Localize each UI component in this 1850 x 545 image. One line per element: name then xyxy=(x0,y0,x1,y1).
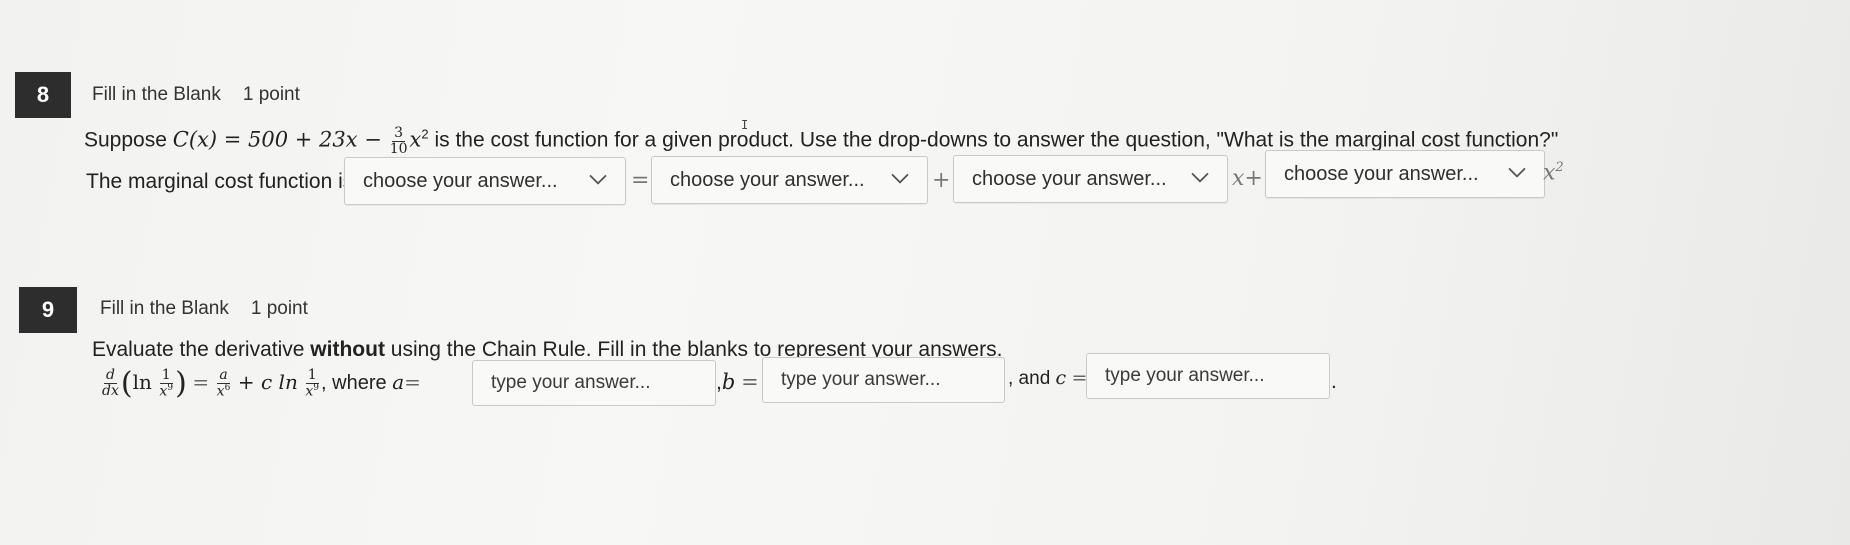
a-over-x6: a x6 xyxy=(216,366,231,400)
one-over-x9: 1 x9 xyxy=(305,366,320,400)
question-number-badge: 9 xyxy=(19,287,77,333)
x-plus-term: x+ xyxy=(1232,166,1263,191)
chevron-down-icon xyxy=(891,173,909,184)
plus-sign: + xyxy=(932,168,951,193)
answer-label: The marginal cost function is xyxy=(86,170,354,193)
one-over-x9: 1 x9 xyxy=(159,366,174,400)
text-cursor-icon: I xyxy=(741,118,749,132)
prompt-text-continued: is the cost function for a given product… xyxy=(434,128,1559,152)
equals-sign: = xyxy=(631,168,650,193)
exponent: 2 xyxy=(421,126,429,142)
answer-input-c[interactable]: type your answer... xyxy=(1086,353,1330,399)
chevron-down-icon xyxy=(589,174,607,185)
answer-dropdown-3[interactable]: choose your answer... xyxy=(953,155,1228,203)
answer-input-b[interactable]: type your answer... xyxy=(762,357,1005,403)
derivative-expression: d dx (ln 1 x9) = a x6 + c ln 1 x9, where a= xyxy=(102,366,421,401)
question-points: 1 point xyxy=(250,298,308,319)
question-meta: Fill in the Blank 1 point xyxy=(100,298,308,320)
question-number-badge: 8 xyxy=(15,72,71,118)
period: . xyxy=(1331,370,1337,393)
question-meta: Fill in the Blank 1 point xyxy=(92,84,300,106)
prompt-text: Suppose xyxy=(84,128,167,152)
answer-input-a[interactable]: type your answer... xyxy=(472,360,716,406)
question-points: 1 point xyxy=(242,84,300,105)
answer-dropdown-2[interactable]: choose your answer... xyxy=(651,156,928,204)
emphasis-without: without xyxy=(310,338,385,361)
cost-function-math: C(x) = 500 + 23x − xyxy=(172,127,382,152)
question-type: Fill in the Blank xyxy=(92,84,221,105)
answer-dropdown-4[interactable]: choose your answer... xyxy=(1265,150,1545,198)
d-dx-operator: d dx xyxy=(102,367,119,399)
x-variable: x xyxy=(409,127,422,152)
b-label: ,b = xyxy=(716,370,759,394)
question-type: Fill in the Blank xyxy=(100,298,229,319)
fraction-three-tenths: 3 10 xyxy=(389,125,408,157)
chevron-down-icon xyxy=(1191,172,1209,183)
c-label: , and c = xyxy=(1008,367,1088,389)
chevron-down-icon xyxy=(1508,167,1526,178)
answer-dropdown-1[interactable]: choose your answer... xyxy=(344,157,626,205)
x-squared-term: x2 xyxy=(1543,160,1564,186)
